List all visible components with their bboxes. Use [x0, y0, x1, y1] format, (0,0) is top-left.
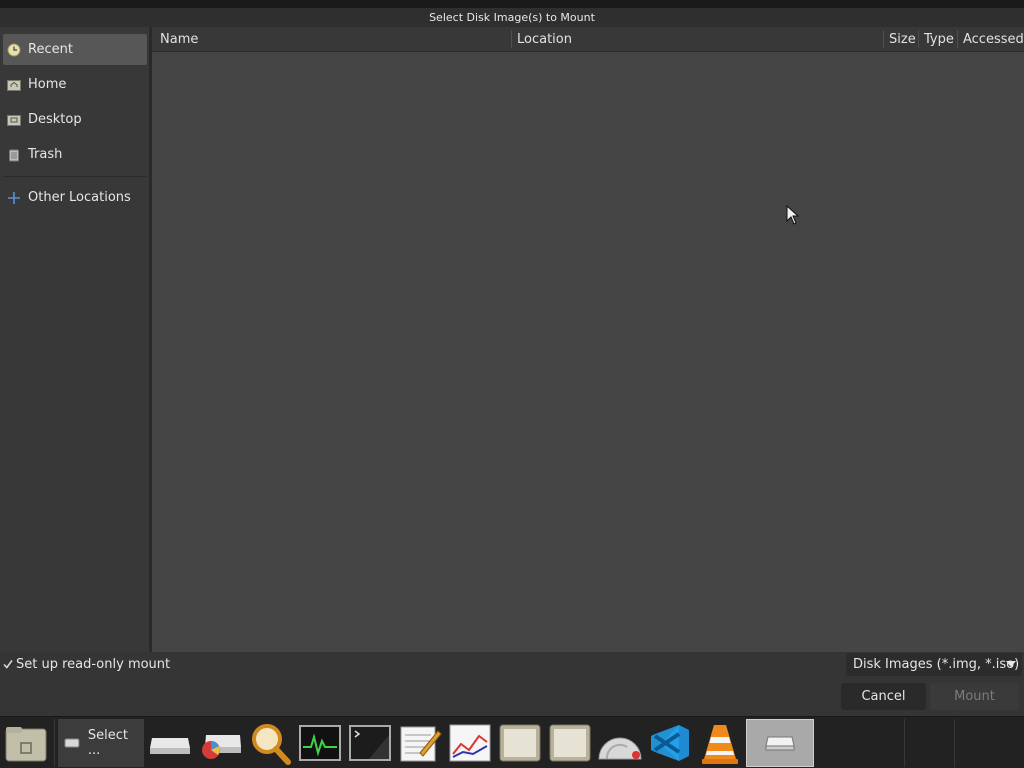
top-strip	[0, 0, 1024, 8]
file-list-body[interactable]	[152, 52, 1024, 652]
terminal-icon	[349, 725, 391, 761]
taskbar-document-viewer[interactable]	[496, 719, 544, 767]
vscode-icon	[651, 725, 689, 761]
vlc-icon	[702, 725, 738, 764]
disk-usage-icon	[202, 735, 241, 759]
taskbar-search[interactable]	[246, 719, 294, 767]
taskbar-disk-usage[interactable]	[196, 719, 244, 767]
sidebar-item-desktop[interactable]: Desktop	[3, 104, 147, 135]
taskbar-vscode[interactable]	[646, 719, 694, 767]
readonly-mount-checkbox[interactable]: Set up read-only mount	[2, 655, 170, 673]
sidebar-item-trash[interactable]: Trash	[3, 139, 147, 170]
file-list-header: Name Location Size Type Accessed	[152, 27, 1024, 52]
sidebar-item-home[interactable]: Home	[3, 69, 147, 100]
system-monitor-icon	[299, 725, 341, 761]
column-header-name[interactable]: Name	[154, 27, 511, 51]
disk-image-mounter-icon	[765, 736, 795, 751]
plus-icon	[7, 191, 21, 205]
readonly-mount-label: Set up read-only mount	[16, 656, 171, 672]
taskbar-separator	[954, 719, 955, 767]
taskbar: Select ...	[0, 716, 1024, 768]
taskbar-document-viewer-2[interactable]	[546, 719, 594, 767]
taskbar-window-label: Select ...	[87, 728, 128, 758]
file-type-filter-dropdown[interactable]: Disk Images (*.img, *.iso)	[846, 653, 1022, 676]
clock-icon	[7, 43, 21, 57]
chevron-down-icon	[1006, 661, 1016, 667]
taskbar-separator	[904, 719, 905, 767]
column-header-location[interactable]: Location	[511, 27, 883, 51]
disks-icon	[150, 738, 190, 754]
taskbar-window-button[interactable]: Select ...	[58, 719, 144, 767]
window-title: Select Disk Image(s) to Mount	[429, 11, 595, 24]
sidebar-item-label: Recent	[28, 42, 73, 57]
sidebar-item-label: Trash	[28, 147, 63, 162]
mouse-cursor-icon	[786, 205, 800, 225]
taskbar-separator	[54, 719, 55, 767]
file-manager-icon	[5, 727, 47, 762]
document-viewer-icon	[549, 724, 591, 762]
sidebar-item-recent[interactable]: Recent	[3, 34, 147, 65]
text-editor-icon	[400, 726, 442, 762]
trash-icon	[7, 148, 21, 162]
taskbar-system-monitor[interactable]	[296, 719, 344, 767]
mount-button[interactable]: Mount	[930, 683, 1019, 710]
taskbar-disk-image-mounter[interactable]	[746, 719, 814, 767]
checkmark-icon	[2, 658, 14, 670]
taskbar-disks[interactable]	[146, 719, 194, 767]
taskbar-network[interactable]	[596, 719, 644, 767]
chart-icon	[449, 724, 491, 762]
sidebar-separator	[3, 176, 147, 177]
column-header-accessed[interactable]: Accessed	[957, 27, 1024, 51]
sidebar-item-label: Home	[28, 77, 67, 92]
sidebar-item-label: Desktop	[28, 112, 82, 127]
taskbar-terminal[interactable]	[346, 719, 394, 767]
search-icon	[252, 724, 291, 765]
file-list[interactable]: Name Location Size Type Accessed	[152, 27, 1024, 652]
title-bar[interactable]: Select Disk Image(s) to Mount	[0, 8, 1024, 27]
cancel-button[interactable]: Cancel	[841, 683, 926, 710]
taskbar-text-editor[interactable]	[396, 719, 444, 767]
network-icon	[598, 737, 642, 760]
taskbar-file-manager[interactable]	[2, 719, 50, 767]
document-viewer-icon	[499, 724, 541, 762]
options-bar: Set up read-only mount Disk Images (*.im…	[0, 652, 1024, 716]
desktop-folder-icon	[7, 113, 21, 127]
sidebar-item-other-locations[interactable]: Other Locations	[3, 182, 147, 213]
sidebar-item-label: Other Locations	[28, 190, 131, 205]
column-header-type[interactable]: Type	[918, 27, 957, 51]
taskbar-chart[interactable]	[446, 719, 494, 767]
taskbar-vlc[interactable]	[696, 719, 744, 767]
home-folder-icon	[7, 78, 21, 92]
disk-image-mounter-icon	[64, 738, 80, 748]
places-sidebar: Recent Home Desktop Trash Other Location…	[0, 27, 152, 652]
column-header-size[interactable]: Size	[883, 27, 918, 51]
file-type-filter-label: Disk Images (*.img, *.iso)	[853, 657, 1020, 672]
